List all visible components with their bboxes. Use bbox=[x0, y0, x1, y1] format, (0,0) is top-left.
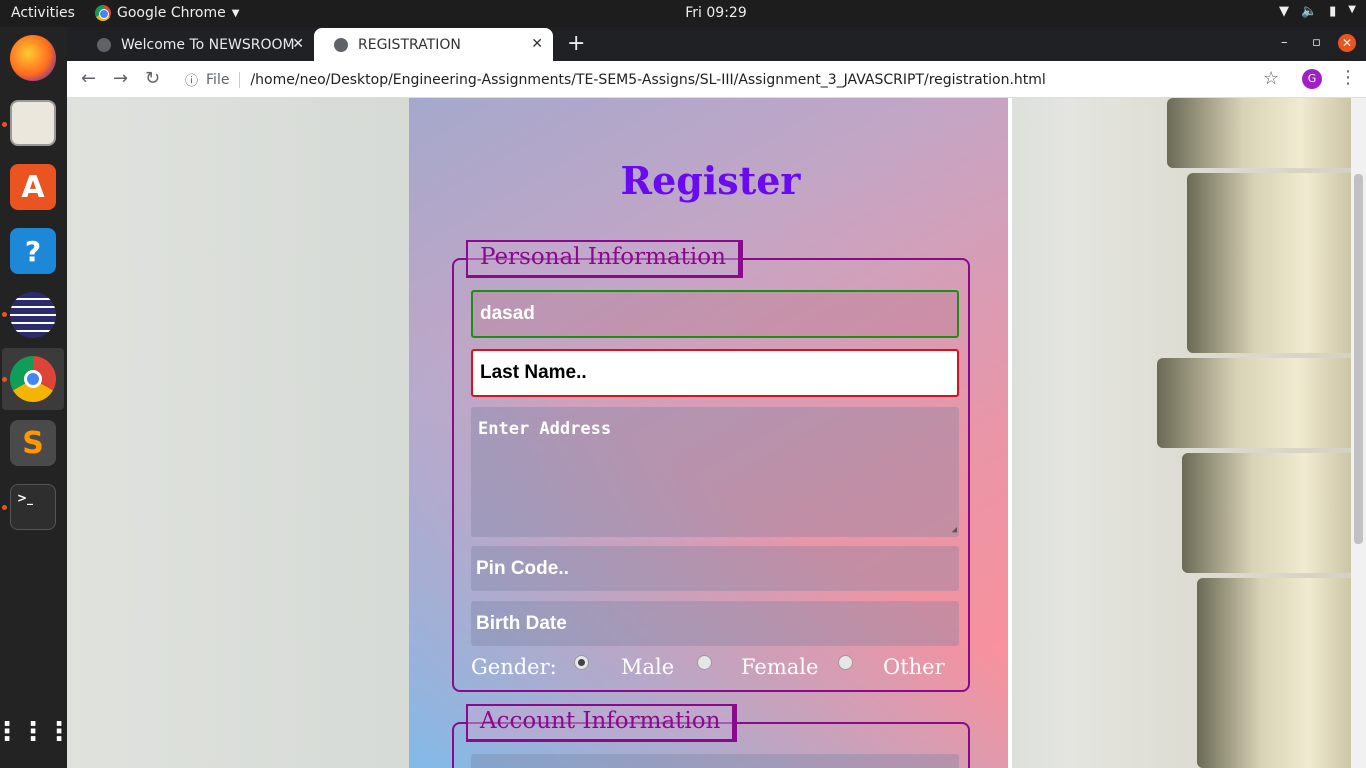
birth-date-input[interactable]: Birth Date bbox=[471, 601, 959, 646]
battery-icon: ▮ bbox=[1329, 4, 1337, 19]
gender-other-radio[interactable] bbox=[838, 655, 853, 670]
close-window-button[interactable]: ✕ bbox=[1338, 34, 1356, 52]
running-indicator bbox=[2, 122, 7, 127]
registration-form-card: Register Personal Information dasad Last… bbox=[409, 98, 1012, 768]
maximize-button[interactable]: ▫ bbox=[1312, 35, 1321, 50]
close-tab-icon[interactable]: ✕ bbox=[292, 36, 304, 52]
close-tab-icon[interactable]: ✕ bbox=[531, 36, 543, 52]
divider bbox=[239, 71, 241, 88]
show-apps-icon[interactable]: ⋮⋮⋮ bbox=[0, 709, 72, 755]
address-textarea[interactable]: Enter Address ◢ bbox=[471, 407, 959, 537]
eclipse-icon[interactable] bbox=[10, 292, 56, 338]
gender-male-radio[interactable] bbox=[574, 655, 589, 670]
files-icon[interactable] bbox=[10, 100, 56, 146]
reload-button[interactable]: ↻ bbox=[145, 68, 160, 89]
info-icon[interactable]: ⓘ bbox=[185, 70, 198, 89]
gender-female-label[interactable]: Female bbox=[741, 655, 818, 679]
menu-icon[interactable]: ⋮ bbox=[1339, 67, 1357, 88]
tab-title: Welcome To NEWSROOM bbox=[121, 36, 295, 53]
personal-information-legend: Personal Information bbox=[466, 240, 743, 278]
firefox-icon[interactable] bbox=[10, 35, 56, 81]
help-icon[interactable]: ? bbox=[10, 228, 56, 274]
tab-newsroom[interactable]: Welcome To NEWSROOM ✕ bbox=[77, 28, 314, 61]
scrollbar-thumb[interactable] bbox=[1354, 174, 1363, 544]
sublime-text-icon[interactable]: S bbox=[10, 420, 56, 466]
running-indicator bbox=[2, 505, 7, 510]
personal-information-fieldset: Personal Information dasad Last Name.. E… bbox=[452, 240, 970, 692]
last-name-input[interactable]: Last Name.. bbox=[471, 349, 959, 397]
chrome-icon[interactable] bbox=[10, 356, 56, 402]
gender-female-radio[interactable] bbox=[697, 655, 712, 670]
gender-other-label[interactable]: Other bbox=[883, 655, 945, 679]
background-books-image bbox=[1147, 98, 1351, 768]
clock[interactable]: Fri 09:29 bbox=[0, 5, 1366, 21]
profile-avatar[interactable]: G bbox=[1302, 69, 1322, 89]
first-name-input[interactable]: dasad bbox=[471, 290, 959, 338]
globe-icon bbox=[97, 37, 111, 52]
page-title: Register bbox=[620, 158, 801, 203]
address-bar[interactable]: ⓘ File /home/neo/Desktop/Engineering-Ass… bbox=[177, 65, 1287, 94]
volume-icon: 🔈 bbox=[1300, 4, 1318, 19]
gender-male-label[interactable]: Male bbox=[621, 655, 674, 679]
bookmark-star-icon[interactable]: ☆ bbox=[1263, 68, 1279, 89]
gender-radio-group: Gender: Male Female Other bbox=[471, 655, 959, 685]
globe-icon bbox=[334, 37, 348, 52]
address-placeholder: Enter Address bbox=[478, 419, 612, 439]
running-indicator bbox=[2, 377, 7, 382]
page-viewport: Register Personal Information dasad Last… bbox=[67, 98, 1351, 768]
account-information-legend: Account Information bbox=[466, 704, 738, 742]
tab-strip: Welcome To NEWSROOM ✕ REGISTRATION ✕ + –… bbox=[67, 27, 1366, 61]
url-scheme-label: File bbox=[206, 71, 230, 88]
tab-title: REGISTRATION bbox=[358, 36, 461, 53]
system-top-bar: Activities Google Chrome ▼ Fri 09:29 ▼ 🔈… bbox=[0, 0, 1366, 27]
wifi-icon: ▼ bbox=[1278, 4, 1289, 19]
tab-registration[interactable]: REGISTRATION ✕ bbox=[314, 28, 553, 61]
gender-label: Gender: bbox=[471, 655, 557, 679]
account-input[interactable] bbox=[471, 754, 959, 768]
running-indicator bbox=[2, 312, 7, 317]
minimize-button[interactable]: – bbox=[1281, 35, 1288, 50]
new-tab-button[interactable]: + bbox=[567, 31, 585, 56]
browser-toolbar: ← → ↻ ⓘ File /home/neo/Desktop/Engineeri… bbox=[67, 61, 1366, 98]
resize-handle-icon[interactable]: ◢ bbox=[952, 525, 957, 535]
account-information-fieldset: Account Information bbox=[452, 704, 970, 768]
dock: A ? S >_ ⋮⋮⋮ bbox=[0, 27, 72, 768]
system-tray[interactable]: ▼ 🔈 ▮ ▼ bbox=[1279, 4, 1356, 19]
software-center-icon[interactable]: A bbox=[10, 164, 56, 210]
pin-code-input[interactable]: Pin Code.. bbox=[471, 546, 959, 591]
url-text[interactable]: /home/neo/Desktop/Engineering-Assignment… bbox=[250, 72, 1045, 88]
forward-button[interactable]: → bbox=[113, 68, 128, 89]
terminal-icon[interactable]: >_ bbox=[10, 484, 56, 530]
page-scrollbar[interactable] bbox=[1351, 98, 1366, 768]
chevron-down-icon: ▼ bbox=[1348, 4, 1356, 15]
back-button[interactable]: ← bbox=[81, 68, 96, 89]
